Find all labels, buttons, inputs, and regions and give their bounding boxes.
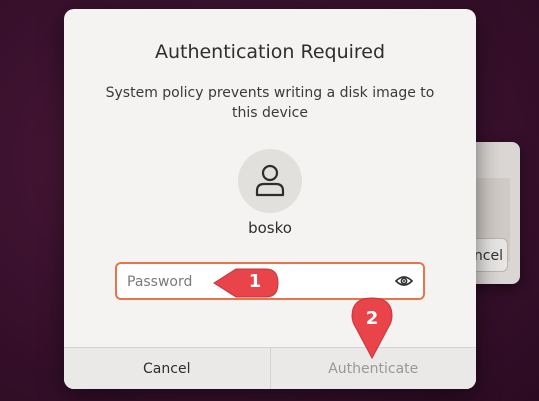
dialog-button-row: Cancel Authenticate bbox=[64, 347, 476, 389]
eye-icon[interactable] bbox=[395, 274, 413, 288]
dialog-title: Authentication Required bbox=[154, 41, 386, 63]
user-icon bbox=[255, 164, 285, 197]
username-label: bosko bbox=[248, 219, 292, 237]
authentication-dialog: Authentication Required System policy pr… bbox=[64, 9, 476, 389]
callout-1-label: 1 bbox=[248, 271, 262, 292]
dialog-message: System policy prevents writing a disk im… bbox=[105, 85, 435, 121]
callout-2-label: 2 bbox=[365, 308, 379, 329]
avatar bbox=[238, 149, 302, 213]
cancel-button[interactable]: Cancel bbox=[64, 348, 271, 389]
